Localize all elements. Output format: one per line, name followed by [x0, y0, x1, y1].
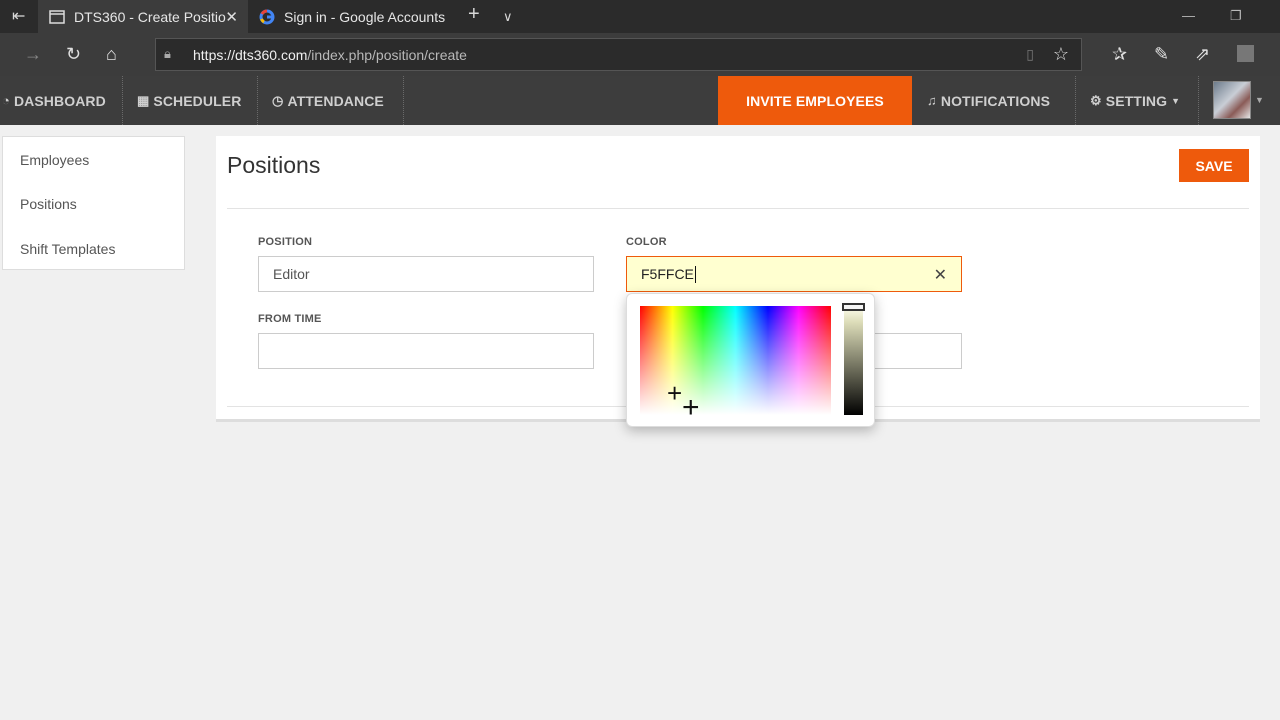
dashboard-icon: ◔ [2, 93, 10, 108]
google-icon [258, 9, 276, 25]
nav-divider [1198, 76, 1199, 125]
nav-setting[interactable]: ⚙ SETTING ▼ [1090, 76, 1180, 125]
gear-icon: ⚙ [1090, 92, 1102, 108]
lock-icon: 🔒︎ [164, 46, 171, 61]
browser-address-bar: → ↻ ⌂ 🔒︎ https://dts360.com/index.php/po… [0, 33, 1280, 76]
tab-title: Sign in - Google Accounts [284, 8, 446, 25]
sidebar-item-shift-templates[interactable]: Shift Templates [20, 241, 115, 257]
nav-divider [257, 76, 258, 125]
page-icon [48, 9, 66, 24]
caret-down-icon: ▼ [1171, 95, 1181, 106]
home-icon[interactable]: ⌂ [106, 43, 117, 65]
nav-dashboard[interactable]: ◔ DASHBOARD [2, 76, 106, 125]
caret-down-icon[interactable]: ▼ [1255, 95, 1264, 105]
close-icon[interactable]: ✕ [225, 8, 238, 26]
nav-divider [122, 76, 123, 125]
url-input[interactable]: 🔒︎ https://dts360.com/index.php/position… [155, 38, 1082, 71]
settings-sidebar: Employees Positions Shift Templates [2, 136, 185, 270]
header-divider [227, 208, 1249, 209]
tab-title: DTS360 - Create Positio [74, 8, 226, 25]
app-top-nav: ◔ DASHBOARD ▦ SCHEDULER ◷ ATTENDANCE INVITE… [0, 76, 1280, 125]
chevron-down-icon[interactable]: ∨ [503, 9, 513, 25]
color-label: COLOR [626, 236, 667, 248]
color-input[interactable]: F5FFCE ✕ [626, 256, 962, 292]
extension-icon[interactable] [1237, 45, 1254, 62]
color-picker-popup: + + [626, 293, 875, 427]
calendar-icon: ▦ [137, 92, 150, 108]
minimize-icon[interactable]: — [1182, 8, 1195, 23]
position-input[interactable]: Editor [258, 256, 594, 292]
value-slider[interactable] [844, 306, 863, 415]
reading-view-icon[interactable]: ▯ [1026, 46, 1034, 63]
avatar[interactable] [1213, 81, 1251, 119]
nav-attendance[interactable]: ◷ ATTENDANCE [272, 76, 384, 125]
sidebar-item-positions[interactable]: Positions [20, 196, 77, 212]
page-title: Positions [227, 152, 321, 178]
restore-icon[interactable]: ❐ [1230, 8, 1242, 24]
forward-icon[interactable]: → [24, 43, 42, 65]
url-text: https://dts360.com/index.php/position/cr… [193, 47, 467, 63]
favorite-star-icon[interactable]: ☆ [1053, 44, 1069, 65]
nav-notifications[interactable]: ♫ NOTIFICATIONS [927, 76, 1050, 125]
share-icon[interactable]: ⇗ [1195, 43, 1210, 65]
browser-tab-bar: ⇤ DTS360 - Create Positio ✕ Sign in - Go… [0, 0, 1280, 33]
nav-divider [1075, 76, 1076, 125]
position-label: POSITION [258, 236, 313, 248]
tab-dts360[interactable]: DTS360 - Create Positio ✕ [38, 0, 248, 33]
tab-actions-icon[interactable]: ⇤ [12, 6, 25, 26]
pen-icon[interactable]: ✎ [1154, 43, 1169, 65]
sidebar-item-employees[interactable]: Employees [20, 152, 89, 168]
crosshair-icon[interactable]: + [667, 380, 682, 406]
from-time-input[interactable] [258, 333, 594, 369]
text-caret [694, 265, 696, 283]
save-button[interactable]: SAVE [1179, 149, 1249, 182]
value-slider-handle[interactable] [842, 303, 865, 311]
new-tab-icon[interactable]: + [468, 3, 480, 26]
favorites-icon[interactable]: ✰ [1112, 43, 1127, 65]
from-time-label: FROM TIME [258, 313, 322, 325]
cursor-crosshair-icon: + [682, 391, 700, 424]
tab-google-signin[interactable]: Sign in - Google Accounts [248, 0, 458, 33]
nav-divider [403, 76, 404, 125]
clock-icon: ◷ [272, 92, 284, 108]
invite-employees-button[interactable]: INVITE EMPLOYEES [718, 76, 912, 125]
refresh-icon[interactable]: ↻ [66, 43, 81, 65]
bell-icon: ♫ [927, 93, 937, 108]
clear-icon[interactable]: ✕ [934, 265, 947, 285]
nav-scheduler[interactable]: ▦ SCHEDULER [137, 76, 241, 125]
